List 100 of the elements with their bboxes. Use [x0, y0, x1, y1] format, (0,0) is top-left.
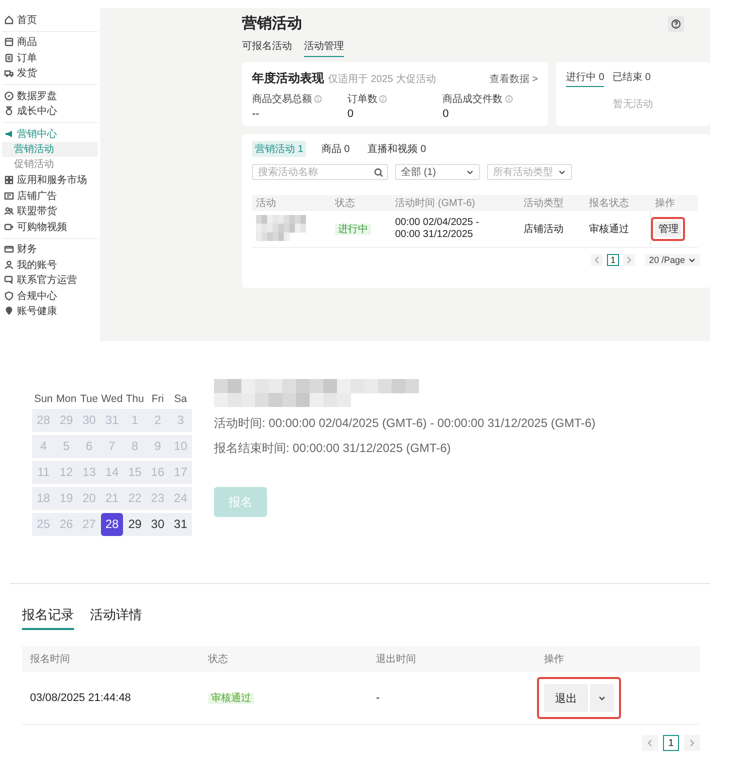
metric-label: 订单数: [347, 92, 378, 106]
sidebar-item[interactable]: 账号健康: [2, 304, 98, 319]
compass-icon: [4, 90, 14, 101]
sidebar-item[interactable]: 应用和服务市场: [2, 172, 98, 188]
caret-icon: [558, 168, 566, 176]
tab[interactable]: 活动管理: [304, 39, 344, 57]
tab[interactable]: 营销活动 1: [252, 141, 306, 157]
calendar-day[interactable]: 30: [146, 513, 170, 536]
exit-button[interactable]: 退出: [544, 684, 588, 712]
tab[interactable]: 商品 0: [318, 141, 353, 157]
video-icon: [4, 222, 14, 232]
calendar-day[interactable]: 31: [169, 513, 192, 536]
tab[interactable]: 已结束 0: [612, 70, 651, 87]
caret-icon: [466, 168, 474, 176]
people-icon: [4, 206, 14, 216]
sidebar-item[interactable]: 发货: [2, 66, 98, 81]
table-cell: 审核通过: [588, 224, 629, 235]
card-subtitle: 仅适用于 2025 大促活动: [328, 72, 436, 86]
status-tag: 审核通过: [208, 693, 254, 704]
sidebar-item[interactable]: 联盟带货: [2, 204, 98, 219]
sidebar-item[interactable]: 合规中心: [2, 288, 98, 304]
page-number[interactable]: 1: [606, 254, 619, 266]
help-button[interactable]: [668, 16, 684, 32]
status-dropdown[interactable]: 全部 (1): [395, 164, 480, 180]
manage-button[interactable]: 管理: [655, 221, 682, 237]
sidebar-item[interactable]: 数据罗盘: [2, 88, 98, 104]
view-data-link[interactable]: 查看数据 >: [489, 72, 538, 86]
sidebar-item[interactable]: 订单: [2, 50, 98, 66]
tab[interactable]: 进行中 0: [566, 70, 604, 87]
metric-label: 商品交易总额: [252, 92, 312, 106]
next-page-button[interactable]: [684, 735, 700, 751]
sidebar-item[interactable]: 成长中心: [2, 104, 98, 119]
metric-value: --: [252, 108, 260, 120]
chevron-left-icon: [594, 256, 600, 264]
help-icon: [671, 18, 681, 28]
sidebar-subitem[interactable]: 促销活动: [2, 157, 98, 172]
calendar-day[interactable]: 29: [123, 513, 146, 536]
empty-message: 暂无活动: [612, 98, 654, 111]
clipboard-icon: [4, 52, 14, 63]
wallet-icon: [4, 244, 14, 254]
box-icon: [4, 37, 14, 48]
page-title: 营销活动: [242, 14, 302, 33]
weekday-label: Sun: [33, 393, 54, 405]
search-field[interactable]: 搜索活动名称: [252, 164, 388, 180]
detail-text: 活动时间: 00:00:00 02/04/2025 (GMT-6) - 00:00:00 31/12/2025 (GMT-6): [214, 415, 596, 432]
type-dropdown[interactable]: 所有活动类型: [487, 164, 572, 180]
column-header: 活动时间 (GMT-6): [395, 198, 476, 209]
column-header: 状态: [335, 198, 356, 209]
sidebar-item[interactable]: 商品: [2, 34, 98, 50]
billboard-icon: [4, 190, 14, 201]
sidebar-item[interactable]: 财务: [2, 242, 98, 257]
chevron-right-icon: [626, 256, 632, 264]
tab[interactable]: 活动详情: [90, 606, 142, 630]
search-icon: [374, 168, 383, 177]
info-icon: [504, 95, 513, 103]
calendar-day[interactable]: 28: [100, 513, 124, 536]
truck-icon: [4, 68, 14, 78]
metric-value: 0: [347, 108, 354, 120]
page-number[interactable]: 1: [663, 735, 679, 751]
metric-value: 0: [442, 108, 450, 120]
sidebar-item[interactable]: 店铺广告: [2, 188, 98, 204]
previous-page-button[interactable]: [642, 735, 658, 751]
sidebar-item[interactable]: 我的账号: [2, 257, 98, 272]
tab[interactable]: 可报名活动: [242, 39, 292, 57]
next-page-button[interactable]: [622, 254, 635, 266]
column-header: 操作: [654, 198, 675, 209]
megaphone-icon: [4, 128, 14, 139]
weekday-label: Wed: [100, 393, 124, 405]
blurred-text-drawing: [256, 214, 306, 240]
sidebar-item[interactable]: 营销中心: [2, 126, 98, 142]
previous-page-button[interactable]: [590, 254, 603, 266]
table-cell: 店铺活动: [523, 224, 564, 235]
card-title: 年度活动表现: [252, 70, 324, 87]
chevron-right-icon: [689, 739, 695, 747]
column-header: 操作: [544, 654, 564, 665]
sidebar-subitem[interactable]: 营销活动: [2, 142, 98, 157]
chat-icon: [4, 275, 14, 286]
page-size-dropdown[interactable]: 20 /Page: [644, 254, 700, 266]
detail-text: 报名结束时间: 00:00:00 31/12/2025 (GMT-6): [214, 440, 452, 457]
tab[interactable]: 报名记录: [22, 606, 74, 630]
medal-icon: [4, 106, 14, 116]
caret-icon: [688, 256, 696, 264]
sidebar-item[interactable]: 可购物视频: [2, 219, 98, 234]
column-header: 活动: [256, 198, 276, 209]
chevron-left-icon: [647, 739, 653, 747]
table-cell: -: [376, 692, 380, 704]
sidebar-item[interactable]: 首页: [2, 12, 98, 28]
grid-icon: [4, 175, 14, 186]
metric-label: 商品成交件数: [442, 92, 503, 106]
table-cell: 03/08/2025 21:44:48: [30, 692, 131, 704]
sidebar-item[interactable]: 联系官方运营: [2, 272, 98, 288]
table-cell-text: 00:00 02/04/2025 - 00:00 31/12/2025: [395, 217, 480, 241]
column-header: 状态: [208, 654, 228, 665]
weekday-label: Thu: [124, 393, 145, 405]
weekday-label: Tue: [79, 393, 99, 405]
info-icon: [379, 95, 388, 103]
tab[interactable]: 直播和视频 0: [364, 141, 430, 157]
column-header: 报名时间: [30, 654, 70, 665]
status-tag: 进行中: [335, 224, 372, 235]
info-icon: [314, 95, 322, 103]
